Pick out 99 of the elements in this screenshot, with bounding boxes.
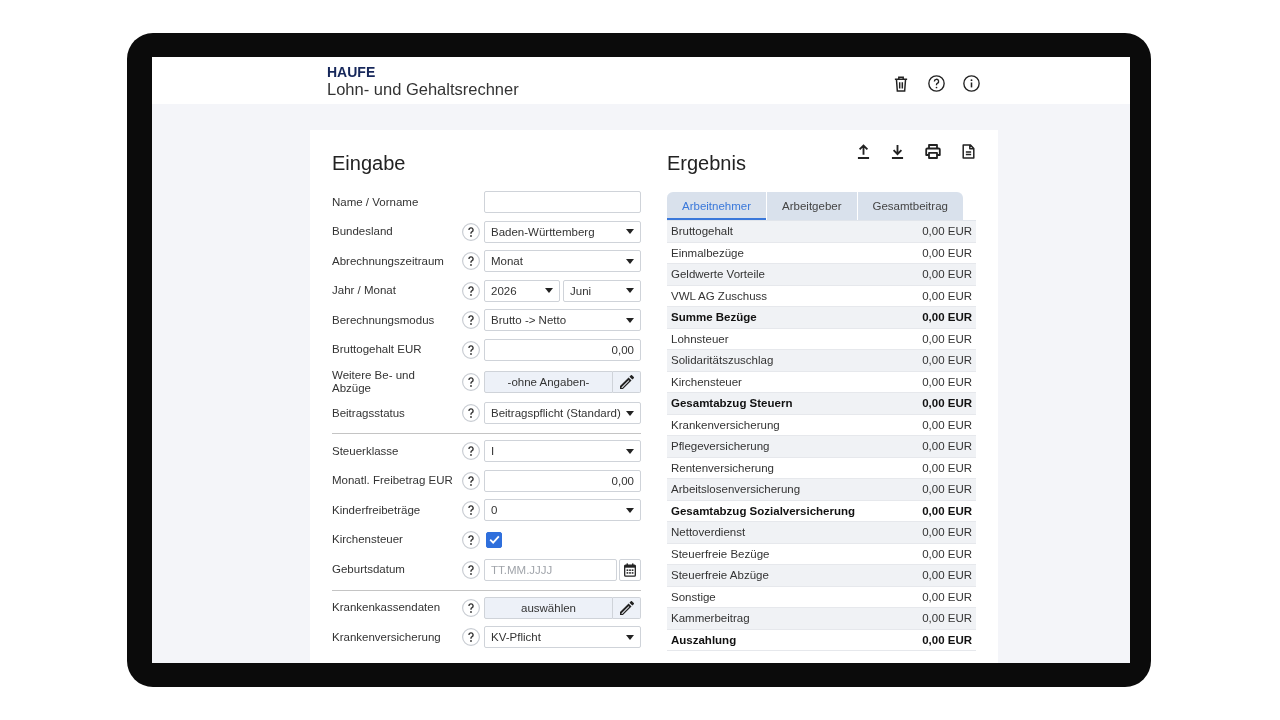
checkmark-icon xyxy=(488,535,500,545)
field-label: Kirchensteuer xyxy=(332,533,404,547)
select-button[interactable]: auswählen xyxy=(484,596,613,619)
table-cell: 0,00 EUR xyxy=(922,461,972,474)
table-cell: Einmalbezüge xyxy=(671,246,744,259)
trash-icon[interactable] xyxy=(894,75,908,92)
field-label: Jahr / Monat xyxy=(332,284,397,298)
table-cell: Gesamtabzug Steuern xyxy=(671,397,793,410)
app-title: Lohn- und Gehaltsrechner xyxy=(327,79,519,99)
tab[interactable]: Gesamtbeitrag xyxy=(857,192,963,220)
select-field[interactable]: I xyxy=(484,440,641,463)
edit-button[interactable] xyxy=(613,370,641,393)
field-label: Krankenkassendaten xyxy=(332,601,442,615)
checkbox[interactable] xyxy=(486,531,502,548)
select-field[interactable]: 0 xyxy=(484,499,641,522)
table-cell: 0,00 EUR xyxy=(922,633,972,646)
section-title: Ergebnis xyxy=(667,151,746,175)
pencil-icon xyxy=(619,600,634,615)
section-title: Eingabe xyxy=(332,151,406,175)
document-icon[interactable] xyxy=(962,144,975,159)
field-label: Geburtsdatum xyxy=(332,563,406,577)
field-label: Bundesland xyxy=(332,225,394,239)
caret-icon xyxy=(626,410,634,416)
calendar-icon xyxy=(624,562,636,577)
table-cell: 0,00 EUR xyxy=(922,569,972,582)
field-label: Beitragsstatus xyxy=(332,406,406,420)
caret-icon xyxy=(626,288,634,294)
select-field[interactable]: KV-Pflicht xyxy=(484,626,641,649)
help-icon[interactable] xyxy=(928,75,945,92)
field-label: Weitere Be- und Abzüge xyxy=(332,368,416,395)
table-cell: Gesamtabzug Sozialversicherung xyxy=(671,504,856,517)
caret-icon xyxy=(626,634,634,640)
select-field[interactable]: Beitragspflicht (Standard) xyxy=(484,402,641,425)
field-label: Monatl. Freibetrag EUR xyxy=(332,474,454,488)
info-icon[interactable] xyxy=(963,75,980,92)
number-field[interactable]: 0,00 xyxy=(484,469,641,492)
brand-name: HAUFE xyxy=(327,63,376,80)
table-cell: Solidaritätszuschlag xyxy=(671,354,774,367)
table-cell: 0,00 EUR xyxy=(922,590,972,603)
printer-icon[interactable] xyxy=(925,144,941,159)
table-cell: Nettoverdienst xyxy=(671,526,746,539)
select-field[interactable]: Monat xyxy=(484,250,641,273)
table-cell: 0,00 EUR xyxy=(922,332,972,345)
table-cell: Lohnsteuer xyxy=(671,332,729,345)
table-cell: 0,00 EUR xyxy=(922,268,972,281)
text-field[interactable] xyxy=(484,191,641,213)
pencil-icon xyxy=(619,374,634,389)
table-cell: Kammerbeitrag xyxy=(671,612,750,625)
table-cell: 0,00 EUR xyxy=(922,440,972,453)
table-cell: Arbeitslosenversicherung xyxy=(671,483,801,496)
table-cell: 0,00 EUR xyxy=(922,418,972,431)
table-cell: Kirchensteuer xyxy=(671,375,742,388)
table-cell: Rentenversicherung xyxy=(671,461,774,474)
tab[interactable]: Arbeitgeber xyxy=(767,192,857,220)
caret-icon xyxy=(626,317,634,323)
table-cell: Pflegeversicherung xyxy=(671,440,770,453)
caret-icon xyxy=(545,288,553,294)
select-field[interactable]: 2026 xyxy=(484,279,560,302)
field-label: Steuerklasse xyxy=(332,444,400,458)
table-cell: 0,00 EUR xyxy=(922,311,972,324)
table-cell: 0,00 EUR xyxy=(922,354,972,367)
table-cell: Steuerfreie Bezüge xyxy=(671,547,770,560)
select-field[interactable]: Brutto -> Netto xyxy=(484,309,641,332)
select-button[interactable]: -ohne Angaben- xyxy=(484,370,613,393)
select-field[interactable]: Juni xyxy=(563,279,641,302)
table-cell: VWL AG Zuschuss xyxy=(671,289,768,302)
field-label: Kinderfreibeträge xyxy=(332,503,422,517)
table-cell: 0,00 EUR xyxy=(922,547,972,560)
table-cell: 0,00 EUR xyxy=(922,483,972,496)
field-label: Name / Vorname xyxy=(332,195,420,209)
edit-button[interactable] xyxy=(613,596,641,619)
table-cell: 0,00 EUR xyxy=(922,397,972,410)
download-icon[interactable] xyxy=(891,144,904,159)
caret-icon xyxy=(626,229,634,235)
table-cell: Sonstige xyxy=(671,590,716,603)
caret-icon xyxy=(626,258,634,264)
table-cell: 0,00 EUR xyxy=(922,375,972,388)
table-cell: Steuerfreie Abzüge xyxy=(671,569,769,582)
number-field[interactable]: 0,00 xyxy=(484,338,641,361)
table-cell: 0,00 EUR xyxy=(922,289,972,302)
table-cell: 0,00 EUR xyxy=(922,504,972,517)
field-label: Bruttogehalt EUR xyxy=(332,343,423,357)
field-label: Krankenversicherung xyxy=(332,630,442,644)
table-cell: 0,00 EUR xyxy=(922,526,972,539)
upload-icon[interactable] xyxy=(857,144,870,159)
table-cell: 0,00 EUR xyxy=(922,612,972,625)
table-cell: Bruttogehalt xyxy=(671,225,733,238)
table-cell: 0,00 EUR xyxy=(922,246,972,259)
field-label: Berechnungsmodus xyxy=(332,313,436,327)
table-cell: Krankenversicherung xyxy=(671,418,780,431)
field-label: Abrechnungszeitraum xyxy=(332,254,445,268)
table-cell: Summe Bezüge xyxy=(671,311,757,324)
table-cell: 0,00 EUR xyxy=(922,225,972,238)
caret-icon xyxy=(626,448,634,454)
table-cell: Geldwerte Vorteile xyxy=(671,268,765,281)
caret-icon xyxy=(626,507,634,513)
table-cell: Auszahlung xyxy=(671,633,737,646)
calendar-button[interactable] xyxy=(619,558,641,581)
select-field[interactable]: Baden-Württemberg xyxy=(484,220,641,243)
